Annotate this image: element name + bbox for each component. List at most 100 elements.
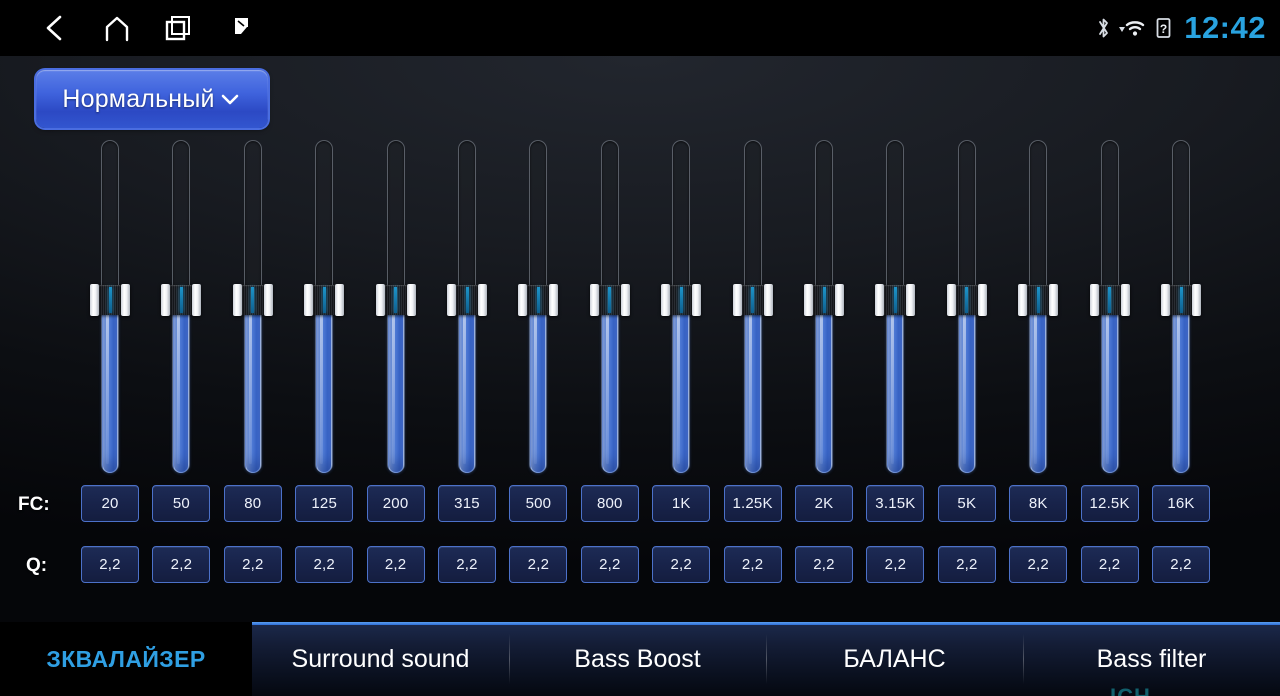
slider-thumb[interactable] [90, 284, 130, 316]
band-slider[interactable] [518, 140, 559, 473]
slider-thumb[interactable] [1089, 284, 1130, 316]
slider-fill [173, 300, 190, 473]
band-slider[interactable] [304, 140, 345, 473]
fc-value-chip[interactable]: 3.15K [866, 485, 925, 522]
slider-thumb[interactable] [447, 284, 487, 316]
band-slider[interactable] [447, 140, 487, 473]
slider-thumb[interactable] [518, 284, 559, 316]
band-slider[interactable] [1161, 140, 1201, 473]
band-slider-group [0, 56, 1280, 486]
slider-thumb-cap-right [335, 284, 345, 316]
fc-value-chip[interactable]: 500 [509, 485, 568, 522]
slider-thumb-cap-left [875, 284, 885, 316]
slider-fill [530, 300, 547, 473]
back-icon[interactable] [24, 0, 86, 56]
fc-value-chip[interactable]: 12.5K [1080, 485, 1139, 522]
band-slider[interactable] [1089, 140, 1130, 473]
tab-divider [509, 634, 510, 684]
q-value-row: 2,2 2,2 2,2 2,2 2,2 2,2 2,2 2,2 2,2 2,2 2,2 2,2 2,2 2… [0, 546, 1280, 586]
band-slider[interactable] [375, 140, 416, 473]
recents-icon[interactable] [148, 0, 210, 56]
slider-thumb-cap-right [121, 284, 130, 316]
band-slider[interactable] [161, 140, 202, 473]
tab-item-4[interactable]: Bass filter [1023, 622, 1280, 696]
slider-thumb-cap-left [1089, 284, 1099, 316]
slider-thumb[interactable] [232, 284, 273, 316]
fc-value-chip[interactable]: 5K [937, 485, 996, 522]
slider-thumb-cap-right [406, 284, 416, 316]
slider-thumb[interactable] [946, 284, 987, 316]
slider-thumb[interactable] [1161, 284, 1201, 316]
tab-item-2[interactable]: Bass Boost [509, 622, 766, 696]
slider-thumb-cap-right [692, 284, 702, 316]
fc-value-chip[interactable]: 125 [295, 485, 354, 522]
tab-item-1[interactable]: Surround sound [252, 622, 509, 696]
band-slider[interactable] [589, 140, 630, 473]
slider-thumb-body [170, 285, 193, 315]
slider-thumb-body [598, 285, 621, 315]
slider-thumb-body [813, 285, 835, 315]
fc-value-chip[interactable]: 80 [223, 485, 282, 522]
q-value-chip[interactable]: 2,2 [866, 546, 925, 583]
tab-label: Bass Boost [574, 644, 701, 673]
fc-value-row: 20 50 80 125 200 315 500 800 1K 1.25K 2K 3.15K 5K 8K 1… [0, 485, 1280, 525]
q-value-chip[interactable]: 2,2 [1080, 546, 1139, 583]
slider-thumb[interactable] [732, 284, 773, 316]
q-value-chip[interactable]: 2,2 [723, 546, 782, 583]
slider-thumb[interactable] [304, 284, 345, 316]
q-value-chip[interactable]: 2,2 [937, 546, 996, 583]
fc-value-chip[interactable]: 2K [795, 485, 853, 522]
q-value-chip[interactable]: 2,2 [223, 546, 282, 583]
fc-value-chip[interactable]: 315 [438, 485, 496, 522]
q-value-chip[interactable]: 2,2 [580, 546, 639, 583]
q-value-chip[interactable]: 2,2 [1009, 546, 1068, 583]
q-value-chip[interactable]: 2,2 [81, 546, 139, 583]
slider-thumb[interactable] [1018, 284, 1059, 316]
q-value-chip[interactable]: 2,2 [295, 546, 354, 583]
slider-thumb[interactable] [804, 284, 844, 316]
tab-label: Surround sound [291, 644, 470, 673]
q-value-chip[interactable]: 2,2 [652, 546, 711, 583]
tab-item-3[interactable]: БАЛАНС [766, 622, 1023, 696]
band-slider[interactable] [90, 140, 130, 473]
q-value-chip[interactable]: 2,2 [438, 546, 496, 583]
band-slider[interactable] [804, 140, 844, 473]
slider-thumb[interactable] [875, 284, 916, 316]
fc-value-chip[interactable]: 50 [152, 485, 211, 522]
band-slider[interactable] [732, 140, 773, 473]
tab-divider [1023, 634, 1024, 684]
q-value-chip[interactable]: 2,2 [1152, 546, 1210, 583]
slider-fill [459, 300, 475, 473]
home-icon[interactable] [86, 0, 148, 56]
band-slider[interactable] [661, 140, 702, 473]
slider-thumb-body [741, 285, 764, 315]
band-slider[interactable] [232, 140, 273, 473]
fc-value-chip[interactable]: 800 [580, 485, 639, 522]
watermark: ICH [1110, 684, 1151, 696]
slider-thumb[interactable] [161, 284, 202, 316]
fc-value-chip[interactable]: 1.25K [723, 485, 782, 522]
band-slider[interactable] [946, 140, 987, 473]
fc-value-chip[interactable]: 200 [366, 485, 425, 522]
slider-thumb-cap-right [263, 284, 273, 316]
q-value-chip[interactable]: 2,2 [795, 546, 853, 583]
flag-icon[interactable] [210, 0, 272, 56]
slider-thumb[interactable] [375, 284, 416, 316]
status-bar: ? 12:42 [0, 0, 1280, 56]
q-value-chip[interactable]: 2,2 [366, 546, 425, 583]
band-slider[interactable] [1018, 140, 1059, 473]
fc-value-chip[interactable]: 16K [1152, 485, 1210, 522]
fc-value-chip[interactable]: 20 [81, 485, 139, 522]
q-value-chip[interactable]: 2,2 [509, 546, 568, 583]
q-value-chip[interactable]: 2,2 [152, 546, 211, 583]
slider-thumb-cap-right [620, 284, 630, 316]
slider-thumb[interactable] [589, 284, 630, 316]
fc-value-chip[interactable]: 8K [1009, 485, 1068, 522]
slider-thumb[interactable] [661, 284, 702, 316]
fc-value-chip[interactable]: 1K [652, 485, 711, 522]
slider-thumb-cap-right [192, 284, 202, 316]
slider-fill [1030, 300, 1047, 473]
slider-thumb-cap-right [1049, 284, 1059, 316]
band-slider[interactable] [875, 140, 916, 473]
tab-equalizer[interactable]: ЗКВАЛАЙЗЕР [0, 622, 252, 696]
